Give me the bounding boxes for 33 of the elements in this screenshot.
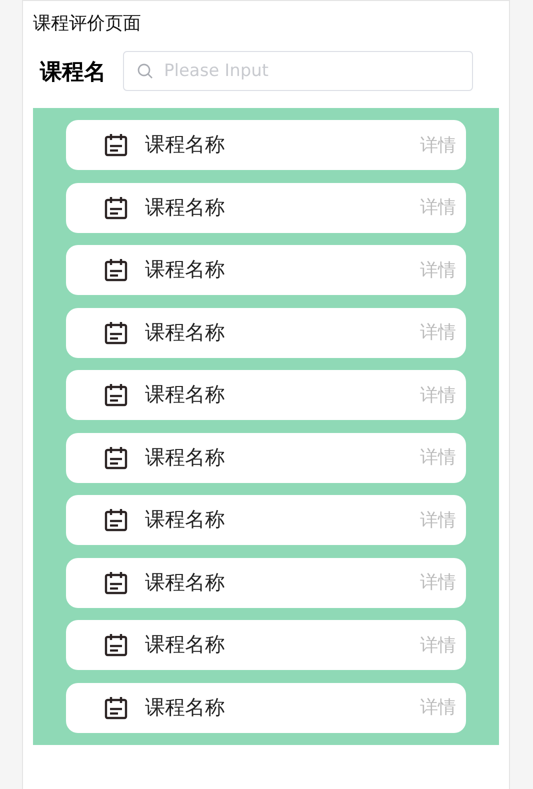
course-name: 课程名称 <box>145 196 225 220</box>
course-card[interactable]: 课程名称 详情 <box>66 120 466 170</box>
course-name: 课程名称 <box>145 133 225 158</box>
course-card[interactable]: 课程名称 详情 <box>66 432 466 482</box>
calendar-icon <box>104 320 128 344</box>
calendar-icon <box>104 633 128 657</box>
calendar-icon <box>104 570 128 594</box>
calendar-icon <box>104 446 128 470</box>
course-card[interactable]: 课程名称 详情 <box>66 558 466 608</box>
course-card[interactable]: 课程名称 详情 <box>66 308 466 358</box>
course-name: 课程名称 <box>145 320 225 346</box>
course-card[interactable]: 课程名称 详情 <box>66 682 466 732</box>
course-name: 课程名称 <box>145 258 225 283</box>
course-card[interactable]: 课程名称 详情 <box>66 620 466 670</box>
calendar-icon <box>104 383 128 407</box>
course-name: 课程名称 <box>145 696 225 720</box>
course-name: 课程名称 <box>145 508 225 533</box>
course-name: 课程名称 <box>145 383 225 408</box>
calendar-icon <box>104 133 128 157</box>
course-name: 课程名称 <box>145 446 225 470</box>
search-icon <box>137 63 153 79</box>
course-name: 课程名称 <box>145 633 225 658</box>
calendar-icon <box>104 508 128 532</box>
calendar-icon <box>104 696 128 720</box>
page-title: 课程评价页面 <box>33 12 142 35</box>
course-card[interactable]: 课程名称 详情 <box>66 495 466 545</box>
course-card[interactable]: 课程名称 详情 <box>66 245 466 295</box>
calendar-icon <box>104 258 128 282</box>
course-card[interactable]: 课程名称 详情 <box>66 370 466 420</box>
search-label: 课程名 <box>40 58 107 86</box>
course-card[interactable]: 课程名称 详情 <box>66 182 466 232</box>
course-name: 课程名称 <box>145 570 225 596</box>
calendar-icon <box>104 196 128 220</box>
